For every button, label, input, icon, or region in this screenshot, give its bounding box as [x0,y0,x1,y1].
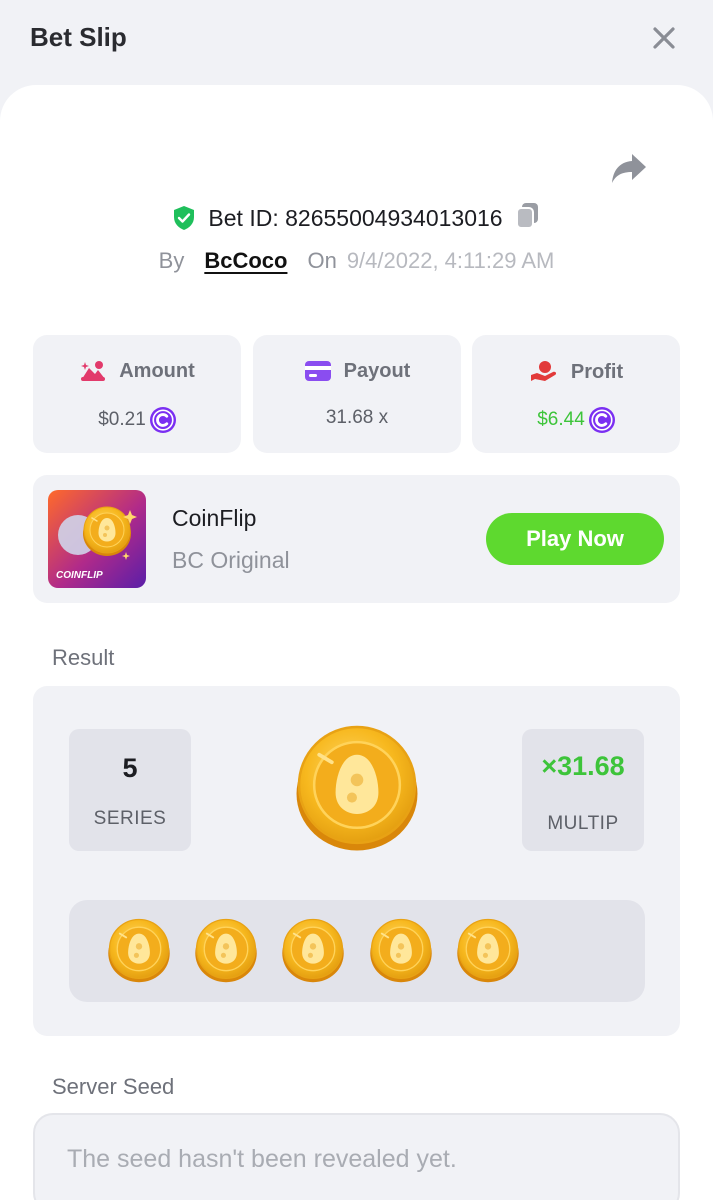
payout-value: 31.68 x [325,407,389,428]
close-icon [653,27,675,49]
series-label: SERIES [93,808,167,829]
bet-id: Bet ID: 82655004934013016 [208,204,503,231]
bet-date: 9/4/2022, 4:11:29 AM [346,248,555,273]
shield-check-icon [174,206,195,230]
close-button[interactable] [648,22,680,54]
play-now-button[interactable]: Play Now [486,513,664,565]
coin-icon [456,918,520,984]
game-provider: BC Original [172,547,290,573]
amount-value: $0.21 [98,409,146,430]
series-box: 5 SERIES [69,729,191,851]
bet-id-row: Bet ID: 82655004934013016 [0,200,713,236]
page-title: Bet Slip [30,22,127,52]
coin-icon [281,918,345,984]
payout-card-icon [304,361,331,381]
game-name: CoinFlip [172,505,257,531]
profit-hand-icon [530,361,556,381]
username-link[interactable]: BcCoco [204,248,287,274]
series-value: 5 [122,753,138,783]
result-label: Result [52,645,115,670]
server-seed-label: Server Seed [52,1074,175,1099]
coin-icon [294,725,420,853]
bc-coin-icon [149,407,176,433]
share-icon [612,154,646,183]
amount-card: Amount $0.21 [33,335,241,453]
multiplier-box: ×31.68 MULTIP [522,729,644,851]
amount-icon [81,361,106,381]
share-button[interactable] [610,150,648,186]
coin-icon [194,918,258,984]
multiplier-label: MULTIP [547,813,619,834]
on-label: On [307,248,337,273]
profit-value: $6.44 [537,409,585,430]
game-card: COINFLIP CoinFlip BC Original Play Now [33,475,680,603]
thumb-label: COINFLIP [56,570,103,581]
bet-meta: By BcCoco On 9/4/2022, 4:11:29 AM [0,244,713,278]
bc-coin-icon [588,407,615,433]
series-coin-strip [69,900,645,1002]
coin-icon [107,918,171,984]
result-panel: 5 SERIES ×31.68 MULTIP [33,686,680,1036]
profit-label: Profit [570,360,624,383]
by-label: By [158,248,185,273]
copy-button[interactable] [515,201,541,235]
server-seed-field[interactable]: The seed hasn't been revealed yet. [33,1113,680,1200]
header: Bet Slip [0,0,713,80]
payout-card: Payout 31.68 x [253,335,461,453]
multiplier-value: ×31.68 [541,751,625,781]
coin-icon [369,918,433,984]
payout-label: Payout [343,359,411,382]
profit-card: Profit $6.44 [472,335,680,453]
game-thumbnail[interactable]: COINFLIP [48,490,146,588]
copy-icon [515,203,538,229]
amount-label: Amount [119,359,195,382]
